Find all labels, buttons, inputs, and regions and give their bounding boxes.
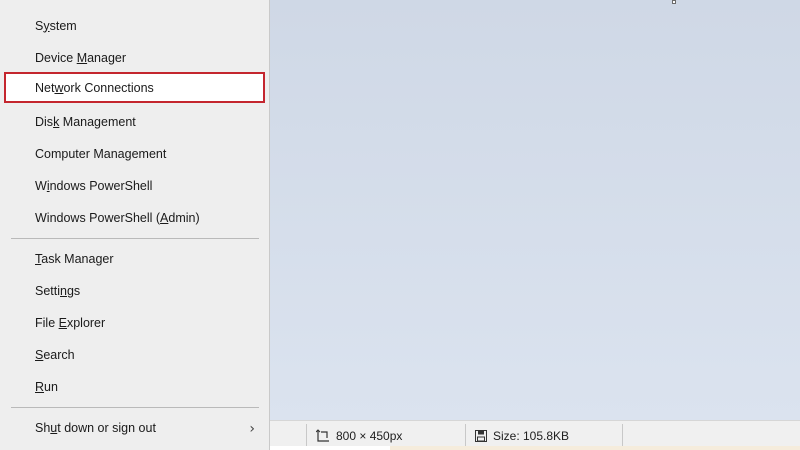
menu-item-label: Task Manager: [35, 251, 114, 266]
menu-item-system[interactable]: System: [4, 10, 265, 41]
access-key: n: [60, 283, 67, 298]
menu-separator: [11, 407, 259, 408]
menu-item-label: Shut down or sign out: [35, 420, 156, 435]
access-key: u: [50, 420, 58, 435]
access-key: A: [160, 210, 169, 225]
access-key: g: [124, 146, 132, 161]
menu-item-file-explorer[interactable]: File Explorer: [4, 307, 265, 338]
access-key: k: [53, 114, 60, 129]
power-user-menu: System Device Manager Network Connection…: [0, 0, 270, 450]
menu-item-windows-powershell[interactable]: Windows PowerShell: [4, 170, 265, 201]
status-divider: [306, 424, 307, 446]
menu-item-run[interactable]: Run: [4, 371, 265, 402]
menu-item-label: Network Connections: [35, 80, 154, 95]
image-dimensions-icon: [316, 428, 329, 442]
menu-separator: [11, 238, 259, 239]
access-key: R: [35, 379, 45, 394]
menu-item-label: System: [35, 18, 77, 33]
menu-item-disk-management[interactable]: Disk Management: [4, 106, 265, 137]
menu-item-computer-management[interactable]: Computer Management: [4, 138, 265, 169]
bottom-strip: [270, 446, 390, 450]
menu-item-label: Settings: [35, 283, 81, 298]
access-key: w: [54, 80, 64, 95]
access-key: E: [58, 315, 67, 330]
chevron-right-icon: ›: [249, 421, 255, 437]
resize-handle[interactable]: [672, 0, 676, 4]
menu-item-label: Search: [35, 347, 75, 362]
access-key: i: [46, 178, 50, 193]
menu-item-search[interactable]: Search: [4, 339, 265, 370]
status-dimensions-text: 800 × 450px: [336, 428, 403, 443]
menu-item-label: Computer Management: [35, 146, 167, 161]
menu-item-task-manager[interactable]: Task Manager: [4, 243, 265, 274]
menu-item-device-manager[interactable]: Device Manager: [4, 42, 265, 73]
access-key: M: [76, 50, 88, 65]
image-canvas: [270, 0, 800, 420]
menu-item-label: Windows PowerShell (Admin): [35, 210, 200, 225]
menu-item-shut-down-or-sign-out[interactable]: Shut down or sign out ›: [4, 412, 265, 443]
access-key: y: [43, 18, 50, 33]
menu-item-label: File Explorer: [35, 315, 106, 330]
save-disk-icon: [475, 429, 487, 442]
status-size-text: Size: 105.8KB: [493, 428, 570, 443]
access-key: T: [35, 251, 42, 266]
status-divider: [465, 424, 466, 446]
menu-item-label: Device Manager: [35, 50, 127, 65]
menu-item-label: Windows PowerShell: [35, 178, 153, 193]
menu-item-label: Disk Management: [35, 114, 136, 129]
menu-item-settings[interactable]: Settings: [4, 275, 265, 306]
access-key: S: [35, 347, 44, 362]
menu-item-label: Run: [35, 379, 58, 394]
menu-item-network-connections[interactable]: Network Connections: [4, 72, 265, 103]
menu-item-windows-powershell-admin[interactable]: Windows PowerShell (Admin): [4, 202, 265, 233]
status-divider: [622, 424, 623, 446]
bottom-strip: [390, 446, 800, 450]
